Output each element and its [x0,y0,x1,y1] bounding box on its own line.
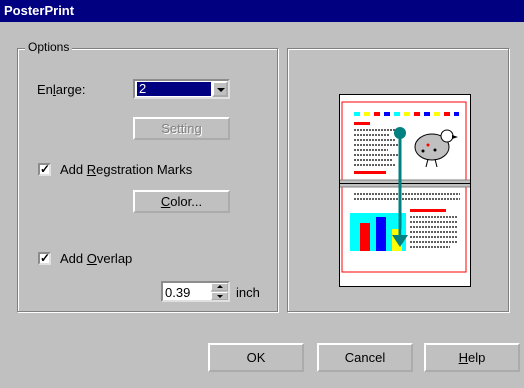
poster-preview [337,94,473,287]
cancel-button[interactable]: Cancel [317,343,413,372]
enlarge-value: 2 [137,82,211,96]
enlarge-label: Enlarge: [37,82,86,97]
color-button[interactable]: Color... [133,190,230,213]
title-bar: PosterPrint [0,0,524,22]
spin-down-icon[interactable] [211,292,228,300]
dropdown-arrow-icon[interactable] [212,81,228,97]
options-group-label: Options [25,40,73,54]
overlap-checkbox[interactable]: ✓ [38,252,51,265]
overlap-label: Add Overlap [60,251,133,266]
setting-button[interactable]: Setting [133,117,230,140]
registration-marks-checkbox[interactable]: ✓ [38,163,51,176]
bird-illustration [414,129,458,168]
bar-chart-illustration [350,213,406,251]
help-button[interactable]: Help [424,343,520,372]
poster-preview-image [337,101,473,273]
enlarge-dropdown[interactable]: 2 [133,79,230,99]
spin-up-icon[interactable] [211,283,228,291]
registration-color-marks [354,112,459,116]
window-title: PosterPrint [4,3,75,18]
overlap-unit: inch [236,285,260,300]
spinner-buttons [211,283,228,300]
registration-marks-label: Add Regstration Marks [60,162,193,177]
overlap-spinner[interactable]: 0.39 [161,281,230,302]
ok-button[interactable]: OK [208,343,304,372]
overlap-value[interactable]: 0.39 [165,285,190,300]
